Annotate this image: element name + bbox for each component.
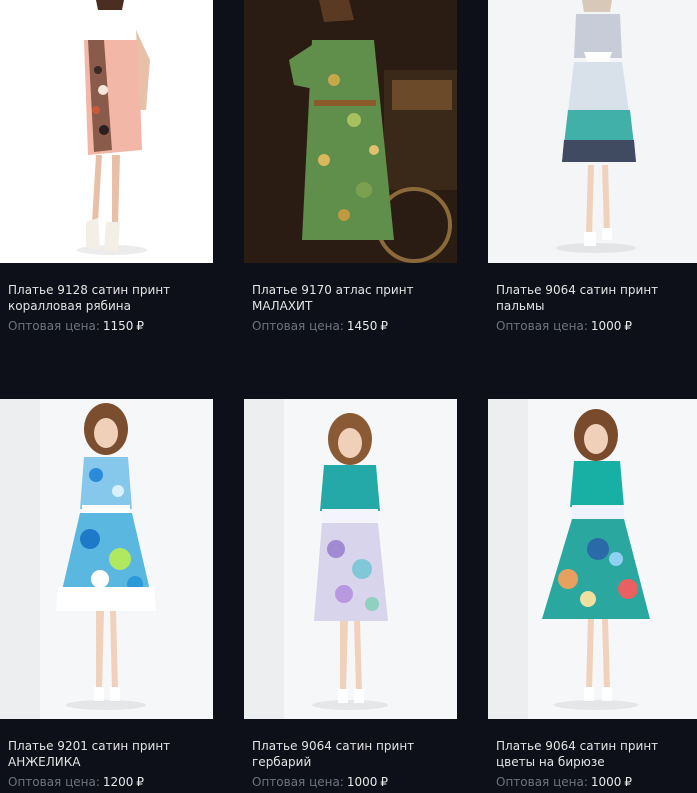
dress-blue-floral-photo[interactable]: [0, 399, 213, 719]
product-name[interactable]: Платье 9128 сатин принт коралловая рябин…: [8, 282, 208, 314]
price-value: 1450: [346, 319, 378, 333]
price-value: 1000: [590, 319, 622, 333]
price-label: Оптовая цена:: [8, 319, 100, 333]
dress-coral-print-photo[interactable]: [0, 0, 213, 263]
product-price: Оптовая цена: 1150 ₽: [8, 318, 208, 334]
currency-symbol: ₽: [136, 775, 145, 789]
dress-green-floral-photo[interactable]: [244, 0, 457, 263]
product-price: Оптовая цена: 1450 ₽: [252, 318, 452, 334]
product-name[interactable]: Платье 9064 сатин принт пальмы: [496, 282, 696, 314]
product-name[interactable]: Платье 9064 сатин принт цветы на бирюзе: [496, 738, 696, 770]
product-grid: Платье 9128 сатин принт коралловая рябин…: [0, 0, 697, 793]
currency-symbol: ₽: [380, 775, 389, 789]
dress-palms-print-photo[interactable]: [488, 0, 697, 263]
product-price: Оптовая цена: 1200 ₽: [8, 774, 208, 790]
price-label: Оптовая цена:: [496, 319, 588, 333]
currency-symbol: ₽: [136, 319, 145, 333]
price-value: 1150: [102, 319, 134, 333]
currency-symbol: ₽: [624, 775, 633, 789]
product-name[interactable]: Платье 9201 сатин принт АНЖЕЛИКА: [8, 738, 208, 770]
dress-herbarium-photo[interactable]: [244, 399, 457, 719]
currency-symbol: ₽: [624, 319, 633, 333]
product-price: Оптовая цена: 1000 ₽: [496, 774, 696, 790]
price-label: Оптовая цена:: [496, 775, 588, 789]
price-value: 1000: [346, 775, 378, 789]
price-label: Оптовая цена:: [252, 319, 344, 333]
currency-symbol: ₽: [380, 319, 389, 333]
price-value: 1000: [590, 775, 622, 789]
product-name[interactable]: Платье 9170 атлас принт МАЛАХИТ: [252, 282, 452, 314]
price-value: 1200: [102, 775, 134, 789]
price-label: Оптовая цена:: [8, 775, 100, 789]
price-label: Оптовая цена:: [252, 775, 344, 789]
dress-turquoise-flowers-photo[interactable]: [488, 399, 697, 719]
product-price: Оптовая цена: 1000 ₽: [252, 774, 452, 790]
product-price: Оптовая цена: 1000 ₽: [496, 318, 696, 334]
product-name[interactable]: Платье 9064 сатин принт гербарий: [252, 738, 452, 770]
